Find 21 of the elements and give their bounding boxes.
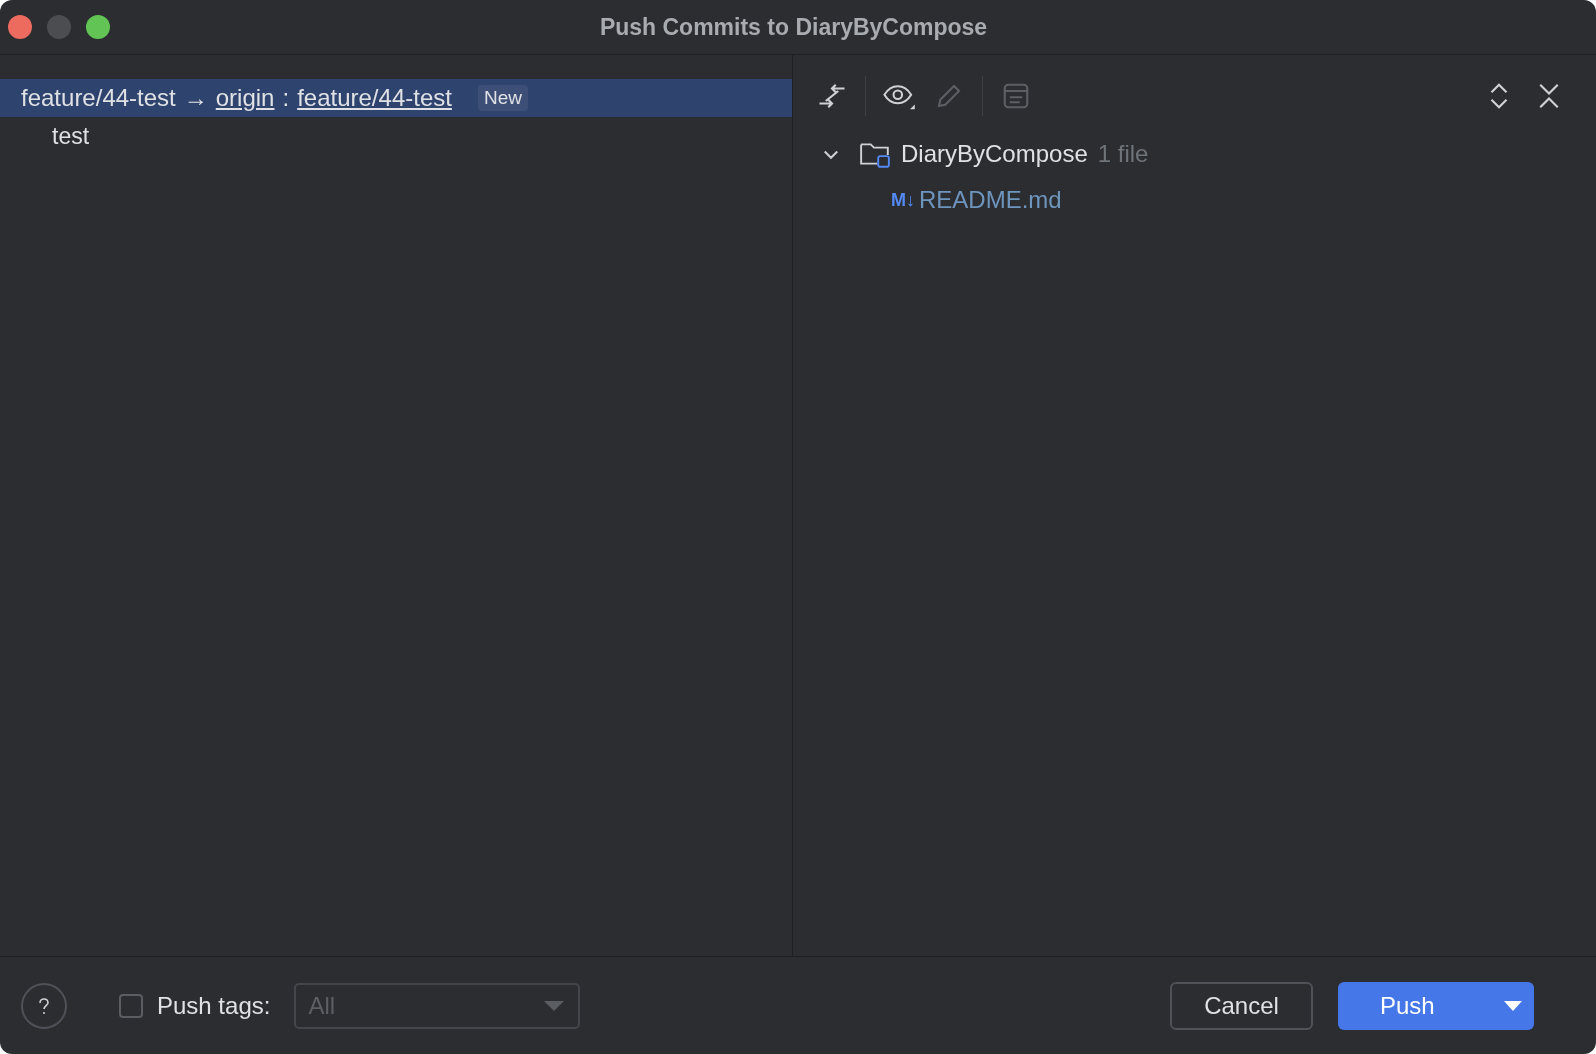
push-tags-checkbox[interactable] (119, 993, 143, 1018)
arrow-text: → (183, 84, 208, 112)
remote-link[interactable]: origin (215, 84, 275, 112)
target-branch-link[interactable]: feature/44-test (297, 84, 452, 112)
push-button[interactable]: Push (1338, 981, 1534, 1030)
dropdown-arrow-icon (544, 1000, 565, 1011)
new-badge: New (477, 85, 528, 111)
dropdown-arrow-icon[interactable] (1504, 1000, 1522, 1011)
source-branch: feature/44-test (21, 84, 176, 112)
separator-text: : (282, 84, 290, 112)
window-title: Push Commits to DiaryByCompose (599, 13, 988, 41)
markdown-icon: M↓ (891, 189, 915, 211)
folder-name[interactable]: DiaryByCompose (901, 140, 1088, 168)
file-count: 1 file (1097, 140, 1149, 168)
cancel-button[interactable]: Cancel (1170, 981, 1313, 1030)
push-tags-label: Push tags: (157, 991, 271, 1020)
commit-row[interactable]: test (0, 117, 792, 155)
file-name[interactable]: README.md (919, 186, 1062, 214)
zoom-light[interactable] (86, 15, 110, 39)
close-light[interactable] (8, 15, 32, 39)
branch-row[interactable]: feature/44-test → origin : feature/44-test New (0, 79, 792, 117)
